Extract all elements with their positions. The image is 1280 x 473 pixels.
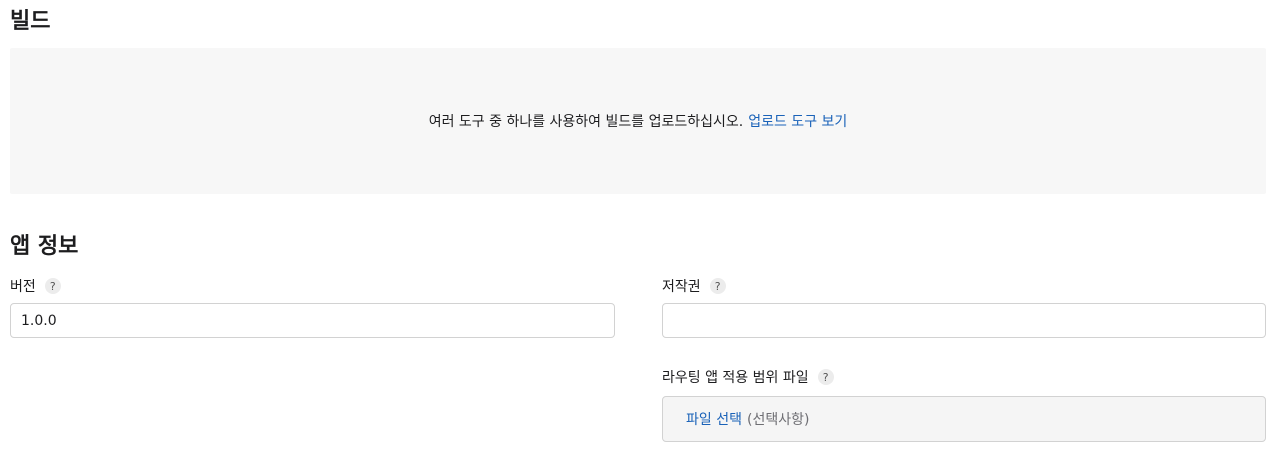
version-label-text: 버전 [10,279,36,295]
version-input[interactable] [10,303,615,338]
routing-coverage-help-icon[interactable]: ? [817,369,834,385]
routing-coverage-field-label: 라우팅 앱 적용 범위 파일 ? [662,367,834,387]
build-upload-area: 여러 도구 중 하나를 사용하여 빌드를 업로드하십시오. 업로드 도구 보기 [10,48,1266,194]
copyright-help-icon[interactable]: ? [709,278,726,294]
choose-file-button[interactable]: 파일 선택 [686,409,742,429]
copyright-field-label: 저작권 ? [662,276,726,296]
routing-coverage-file-picker[interactable]: 파일 선택 (선택사항) [662,396,1266,442]
routing-coverage-label-text: 라우팅 앱 적용 범위 파일 [662,370,809,386]
app-info-section-title: 앱 정보 [10,234,79,259]
version-help-icon[interactable]: ? [44,278,61,294]
copyright-input[interactable] [662,303,1266,338]
copyright-label-text: 저작권 [662,279,701,295]
build-section-title: 빌드 [10,9,51,34]
upload-message: 여러 도구 중 하나를 사용하여 빌드를 업로드하십시오. [428,114,744,130]
version-field-label: 버전 ? [10,276,61,296]
view-upload-tools-link[interactable]: 업로드 도구 보기 [748,111,847,131]
optional-hint: (선택사항) [746,412,810,428]
